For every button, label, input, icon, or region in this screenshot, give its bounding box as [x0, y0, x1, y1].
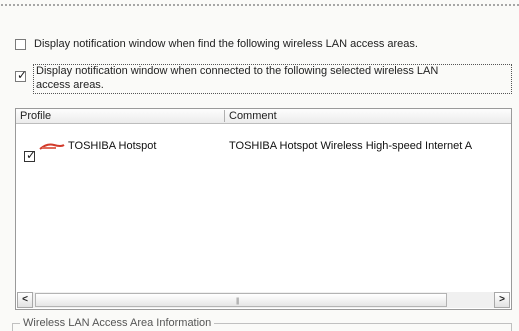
find-areas-label: Display notification window when find th…	[34, 38, 418, 50]
connected-areas-checkbox[interactable]: ✓	[15, 68, 28, 82]
column-header-profile[interactable]: Profile	[16, 109, 224, 123]
info-group-title: Wireless LAN Access Area Information	[20, 317, 215, 329]
notification-settings-panel: Display notification window when find th…	[0, 0, 519, 331]
checkmark-icon: ✓	[17, 68, 28, 82]
profile-comment: TOSHIBA Hotspot Wireless High-speed Inte…	[229, 140, 473, 152]
connected-areas-label-line2: access areas.	[36, 79, 104, 91]
profile-name: TOSHIBA Hotspot	[68, 140, 157, 152]
hotspot-logo-icon	[39, 143, 65, 150]
chevron-right-icon: >	[499, 294, 505, 305]
column-header-comment[interactable]: Comment	[225, 109, 511, 123]
checkmark-icon: ✓	[26, 148, 37, 162]
find-areas-checkbox[interactable]	[15, 39, 26, 50]
profile-list[interactable]: Profile Comment ✓ TOSHIBA Hotspot TOSHIB…	[15, 108, 512, 310]
scroll-right-button[interactable]: >	[494, 292, 510, 308]
dotted-separator	[0, 4, 519, 6]
list-header: Profile Comment	[16, 109, 511, 124]
grip-icon: |||	[236, 298, 240, 305]
table-row[interactable]: ✓ TOSHIBA Hotspot TOSHIBA Hotspot Wirele…	[16, 139, 511, 167]
scroll-left-button[interactable]: <	[17, 292, 33, 308]
connected-areas-label-line1: Display notification window when connect…	[36, 65, 439, 77]
horizontal-scrollbar[interactable]: < ||| >	[17, 292, 510, 308]
profile-row-checkbox[interactable]: ✓	[24, 148, 37, 162]
scrollbar-thumb[interactable]: |||	[35, 293, 447, 307]
chevron-left-icon: <	[22, 294, 28, 305]
